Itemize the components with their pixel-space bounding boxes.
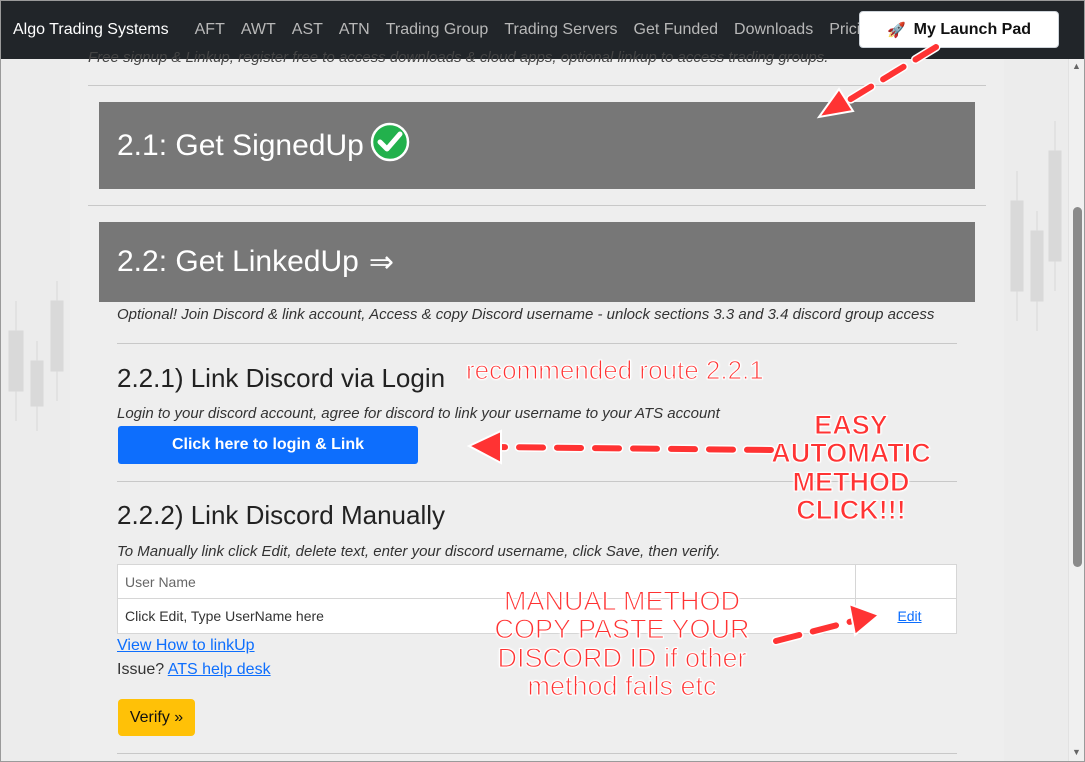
nav-item-awt[interactable]: AWT bbox=[241, 21, 276, 39]
annotation-line: COPY PASTE YOUR bbox=[494, 614, 750, 645]
rocket-icon: 🚀 bbox=[886, 21, 906, 39]
edit-link[interactable]: Edit bbox=[897, 608, 921, 624]
nav-item-ast[interactable]: AST bbox=[292, 21, 323, 39]
launch-pad-label: My Launch Pad bbox=[913, 20, 1032, 38]
helpdesk-link[interactable]: ATS help desk bbox=[168, 661, 271, 678]
issue-prefix: Issue? bbox=[117, 661, 165, 678]
nav-item-downloads[interactable]: Downloads bbox=[734, 21, 813, 39]
check-circle-icon bbox=[370, 122, 410, 170]
intro-text: Free signup & Linkup, register free to a… bbox=[88, 49, 829, 66]
divider bbox=[88, 205, 986, 206]
nav-item-get-funded[interactable]: Get Funded bbox=[634, 21, 719, 39]
brand-logo-text[interactable]: Algo Trading Systems bbox=[13, 21, 169, 39]
scroll-down-icon[interactable]: ▼ bbox=[1072, 747, 1081, 757]
annotation-line: EASY bbox=[814, 410, 889, 440]
annotation-line: method fails etc bbox=[527, 671, 717, 702]
nav-item-trading-group[interactable]: Trading Group bbox=[386, 21, 489, 39]
annotation-line: METHOD bbox=[792, 466, 910, 497]
browser-window: Algo Trading Systems AFT AWT AST ATN Tra… bbox=[0, 0, 1085, 762]
step-linked-up-banner: 2.2: Get LinkedUp ⇒ bbox=[99, 222, 975, 302]
section-222-desc: To Manually link click Edit, delete text… bbox=[117, 543, 721, 560]
optional-note: Optional! Join Discord & link account, A… bbox=[117, 306, 935, 323]
annotation-line: CLICK!!! bbox=[796, 495, 906, 526]
nav-item-atn[interactable]: ATN bbox=[339, 21, 370, 39]
annotation-easy-method: EASY AUTOMATIC METHOD CLICK!!! bbox=[766, 410, 936, 526]
page-scrollbar[interactable]: ▲ ▼ bbox=[1068, 59, 1084, 761]
step-linked-up-title: 2.2: Get LinkedUp bbox=[117, 245, 359, 278]
double-arrow-icon: ⇒ bbox=[368, 245, 394, 279]
step-signed-up-banner: 2.1: Get SignedUp bbox=[99, 102, 975, 189]
discord-login-link-button[interactable]: Click here to login & Link bbox=[118, 426, 418, 464]
annotation-line: DISCORD ID if other bbox=[497, 642, 747, 673]
my-launch-pad-button[interactable]: 🚀 My Launch Pad bbox=[859, 11, 1059, 48]
nav-item-aft[interactable]: AFT bbox=[195, 21, 225, 39]
issue-line: Issue? ATS help desk bbox=[117, 661, 271, 679]
divider bbox=[117, 753, 957, 754]
annotation-manual-method: MANUAL METHOD COPY PASTE YOUR DISCORD ID… bbox=[487, 586, 757, 702]
annotation-line: AUTOMATIC bbox=[771, 438, 931, 469]
verify-button[interactable]: Verify » bbox=[118, 699, 195, 736]
annotation-recommended: recommended route 2.2.1 bbox=[466, 355, 765, 385]
howto-container: View How to linkUp bbox=[117, 637, 255, 655]
section-221-heading: 2.2.1) Link Discord via Login bbox=[117, 363, 446, 393]
divider bbox=[88, 85, 986, 86]
section-221-desc: Login to your discord account, agree for… bbox=[117, 405, 720, 422]
step-signed-up-title: 2.1: Get SignedUp bbox=[117, 128, 364, 162]
empty-header-cell bbox=[856, 565, 956, 598]
scroll-up-icon[interactable]: ▲ bbox=[1072, 61, 1081, 71]
annotation-line: MANUAL METHOD bbox=[503, 586, 740, 616]
nav-item-trading-servers[interactable]: Trading Servers bbox=[504, 21, 617, 39]
section-222-heading: 2.2.2) Link Discord Manually bbox=[117, 500, 446, 530]
edit-cell: Edit bbox=[856, 599, 956, 633]
view-howto-link[interactable]: View How to linkUp bbox=[117, 637, 255, 654]
divider bbox=[117, 343, 957, 344]
scroll-thumb[interactable] bbox=[1073, 207, 1082, 567]
